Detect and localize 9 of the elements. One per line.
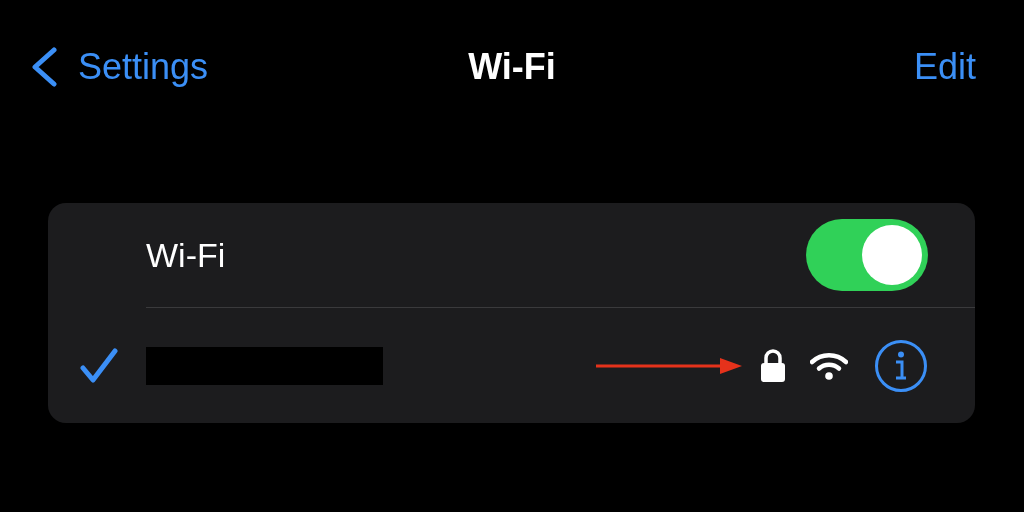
info-icon (893, 350, 909, 381)
wifi-signal-icon (810, 351, 848, 380)
page-title: Wi-Fi (468, 45, 556, 89)
toggle-knob (862, 225, 922, 285)
back-button[interactable]: Settings (30, 40, 209, 94)
edit-button[interactable]: Edit (913, 40, 976, 94)
wifi-label: Wi-Fi (146, 234, 226, 276)
chevron-left-icon (30, 47, 58, 87)
info-button[interactable] (875, 339, 927, 392)
